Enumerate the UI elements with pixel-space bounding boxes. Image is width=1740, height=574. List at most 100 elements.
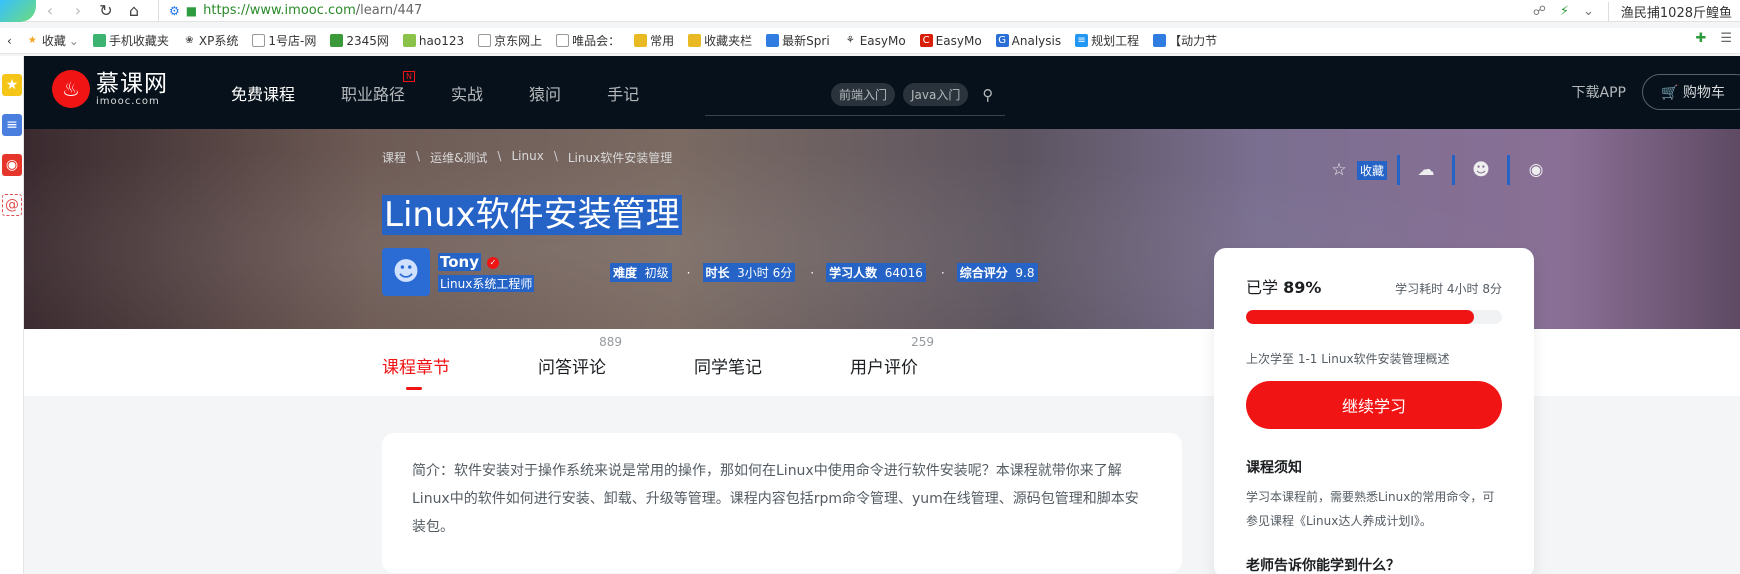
bookmark-item[interactable]: 最新Spri [759,32,837,49]
tab-reviews[interactable]: 用户评价 259 [850,335,934,378]
breadcrumb: 课程 \ 运维&测试 \ Linux \ Linux软件安装管理 [382,149,672,166]
tab-chapters[interactable]: 课程章节 [382,353,450,390]
continue-learning-button[interactable]: 继续学习 [1246,381,1502,429]
logo-en: imooc.com [96,95,160,107]
nav-qa[interactable]: 猿问 [529,81,561,105]
bookmark-item[interactable]: 收藏夹栏 [681,32,759,49]
bookmark-item[interactable]: 2345网 [323,32,396,49]
stat-divider: · [810,265,815,280]
favorite-icon[interactable]: ☆ [1323,155,1355,185]
url-field[interactable]: ⚙ ■ https://www.imooc.com/learn/447 [158,0,422,22]
breadcrumb-item[interactable]: Linux [511,149,543,166]
bookmarks-right: ✚ ☰ [1695,31,1732,46]
search-icon[interactable]: ⚲ [982,86,993,104]
tab-count: 889 [599,335,622,349]
security-icon: ⚙ [169,3,180,18]
breadcrumb-sep: \ [553,149,558,163]
favorites-icon[interactable]: ★ [2,74,22,96]
cart-button[interactable]: 🛒 购物车 [1642,74,1740,110]
refresh-icon[interactable]: ↻ [92,1,120,20]
weibo-icon[interactable]: ◉ [1520,155,1552,185]
divider [1452,155,1455,185]
nav-practice[interactable]: 实战 [451,81,483,105]
breadcrumb-sep: \ [497,149,502,163]
bookmark-item[interactable]: 常用 [627,32,681,49]
site-header: ♨ 慕课网 imooc.com 免费课程 职业路径 N 实战 猿问 手记 前端入门… [24,56,1740,129]
bookmark-item[interactable]: ★ 收藏 ⌄ [19,32,86,49]
more-icon[interactable]: ☰ [1720,31,1732,46]
site-logo[interactable]: ♨ 慕课网 imooc.com [52,70,168,108]
forward-icon[interactable]: › [64,1,92,20]
tab-label: 课程章节 [382,358,450,378]
home-icon[interactable]: ⌂ [120,1,148,20]
weibo-icon[interactable]: ◉ [2,154,22,176]
last-learned[interactable]: 上次学至 1-1 Linux软件安装管理概述 [1246,350,1502,367]
bookmark-item[interactable]: ⚘ EasyMo [837,34,913,48]
stat-label: 难度 [613,266,638,280]
cart-label: 购物车 [1682,85,1725,101]
stat-label: 学习人数 [829,266,878,280]
share-icon[interactable]: ☍ [1533,4,1546,19]
app-icon: ❀ [185,35,194,46]
tab-comments[interactable]: 问答评论 889 [538,335,622,378]
flame-icon: ♨ [52,70,90,108]
bookmark-item[interactable]: ≡ 规划工程 [1068,32,1146,49]
bookmark-item[interactable]: 京东网上 [471,32,549,49]
chevron-down-icon[interactable]: ⌄ [1583,4,1594,19]
search-input[interactable]: 前端入门 Java入门 ⚲ [705,74,1005,116]
user-label[interactable]: 渔民捕1028斤鳇鱼 [1607,1,1732,21]
bolt-icon[interactable]: ⚡ [1560,4,1569,19]
nav-career-path[interactable]: 职业路径 N [341,70,416,105]
notice-title: 课程须知 [1246,460,1302,476]
avatar[interactable]: ☻ [382,248,430,296]
course-stats: 难度 初级 · 时长 3小时 6分 · 学习人数 64016 · 综合评分 9.… [610,263,1041,282]
qq-icon[interactable]: ☻ [1465,155,1497,185]
extension-icon[interactable]: ✚ [1695,31,1706,46]
bookmark-item[interactable]: hao123 [396,34,471,48]
new-badge: N [403,70,416,82]
mail-icon[interactable]: @ [2,194,22,216]
bookmark-item[interactable]: 1号店-网 [245,32,323,49]
page-icon [478,34,492,47]
bookmark-item[interactable]: ❀ XP系统 [176,32,245,49]
main-nav: 免费课程 职业路径 N 实战 猿问 手记 [231,56,685,129]
page-icon [252,34,266,47]
teacher-info: ☻ Tony ✓ Linux系统工程师 [382,248,535,296]
breadcrumb-item[interactable]: 运维&测试 [430,149,487,166]
logo-cn: 慕课网 [96,70,168,97]
time-spent: 学习耗时 4小时 8分 [1395,282,1502,296]
tab-count: 259 [911,335,934,349]
teacher-name[interactable]: Tony [438,253,482,271]
search-tag[interactable]: 前端入门 [831,83,896,106]
star-icon: ★ [27,35,37,46]
bookmark-item[interactable]: G Analysis [989,34,1068,48]
bookmark-item[interactable]: 手机收藏夹 [86,32,176,49]
tab-label: 同学笔记 [694,358,762,378]
bookmark-item[interactable]: 唯品会： [549,32,627,49]
teacher-text: Tony ✓ Linux系统工程师 [438,252,535,292]
favorite-label[interactable]: 收藏 [1356,160,1387,180]
wechat-icon[interactable]: ☁ [1410,155,1442,185]
breadcrumb-item[interactable]: 课程 [382,149,406,166]
browser-sidebar: ★ ≡ ◉ @ [0,56,24,574]
download-app-link[interactable]: 下载APP [1572,82,1626,102]
cart-icon: 🛒 [1661,85,1679,101]
logo-text: 慕课网 imooc.com [96,72,168,107]
divider [1507,155,1510,185]
search-tag[interactable]: Java入门 [903,83,969,106]
nav-notes[interactable]: 手记 [607,81,639,105]
bookmark-item[interactable]: C EasyMo [913,34,989,48]
back-icon[interactable]: ‹ [36,1,64,20]
folder-icon [634,34,648,47]
site-icon [402,34,416,47]
nav-free-courses[interactable]: 免费课程 [231,81,295,105]
browser-logo-icon [0,0,36,22]
tab-notes[interactable]: 同学笔记 [694,353,762,378]
tab-label: 问答评论 [538,358,606,378]
phone-icon [92,34,106,47]
bookmark-item[interactable]: 【动力节 [1146,32,1224,49]
bili-icon [1153,34,1167,47]
notes-icon[interactable]: ≡ [2,114,22,136]
page-icon [556,34,570,47]
bookmarks-toggle-icon[interactable]: ‹ [0,34,19,48]
